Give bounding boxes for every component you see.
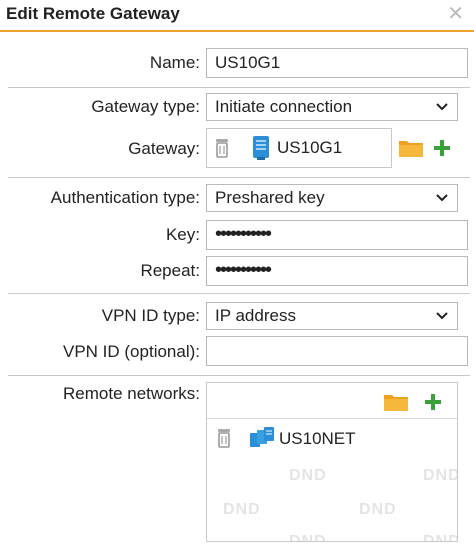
gateway-type-label: Gateway type:: [91, 97, 200, 116]
add-icon[interactable]: [423, 392, 443, 412]
gateway-list: US10G1: [206, 128, 392, 168]
trash-icon[interactable]: [217, 428, 231, 448]
name-label: Name:: [149, 53, 200, 72]
repeat-input[interactable]: •••••••••••: [206, 256, 468, 286]
remote-networks-toolbar: [207, 383, 457, 419]
chevron-down-icon: [436, 312, 448, 320]
vpn-id-label: VPN ID (optional):: [63, 342, 200, 361]
watermark: DND: [223, 501, 261, 518]
watermark: DND: [423, 467, 458, 484]
dialog-titlebar: Edit Remote Gateway ✕: [0, 0, 474, 32]
folder-icon[interactable]: [383, 392, 409, 412]
network-icon: [250, 427, 274, 447]
dialog-title: Edit Remote Gateway: [6, 4, 180, 23]
chevron-down-icon: [436, 194, 448, 202]
vpn-id-type-value: IP address: [215, 306, 296, 325]
gateway-type-select[interactable]: Initiate connection: [206, 93, 458, 121]
authentication-type-label: Authentication type:: [50, 188, 200, 207]
add-icon[interactable]: [432, 138, 452, 158]
authentication-type-select[interactable]: Preshared key: [206, 184, 458, 212]
list-item[interactable]: US10NET: [207, 423, 457, 455]
key-input[interactable]: •••••••••••: [206, 220, 468, 250]
list-item-label: US10NET: [279, 429, 356, 448]
watermark: DND: [359, 501, 397, 518]
gateway-item-label[interactable]: US10G1: [277, 138, 342, 158]
vpn-id-input[interactable]: [206, 336, 468, 366]
divider: [8, 293, 470, 294]
watermark: DND: [289, 533, 327, 542]
gateway-icon: [253, 136, 269, 160]
remote-networks-label: Remote networks:: [63, 384, 200, 403]
repeat-label: Repeat:: [140, 261, 200, 280]
divider: [8, 177, 470, 178]
chevron-down-icon: [436, 103, 448, 111]
divider: [8, 87, 470, 88]
watermark: DND: [423, 533, 458, 542]
close-icon[interactable]: ✕: [447, 4, 464, 24]
remote-networks-list: DND DND DND DND DND DND US10NET: [206, 382, 458, 542]
gateway-label: Gateway:: [128, 139, 200, 158]
key-label: Key:: [165, 225, 200, 244]
name-input[interactable]: US10G1: [206, 48, 468, 78]
watermark: DND: [289, 467, 327, 484]
folder-icon[interactable]: [398, 138, 424, 158]
vpn-id-type-label: VPN ID type:: [101, 306, 200, 325]
gateway-type-value: Initiate connection: [215, 97, 353, 116]
authentication-type-value: Preshared key: [215, 188, 325, 207]
divider: [8, 375, 470, 376]
trash-icon[interactable]: [215, 138, 229, 158]
vpn-id-type-select[interactable]: IP address: [206, 302, 458, 330]
